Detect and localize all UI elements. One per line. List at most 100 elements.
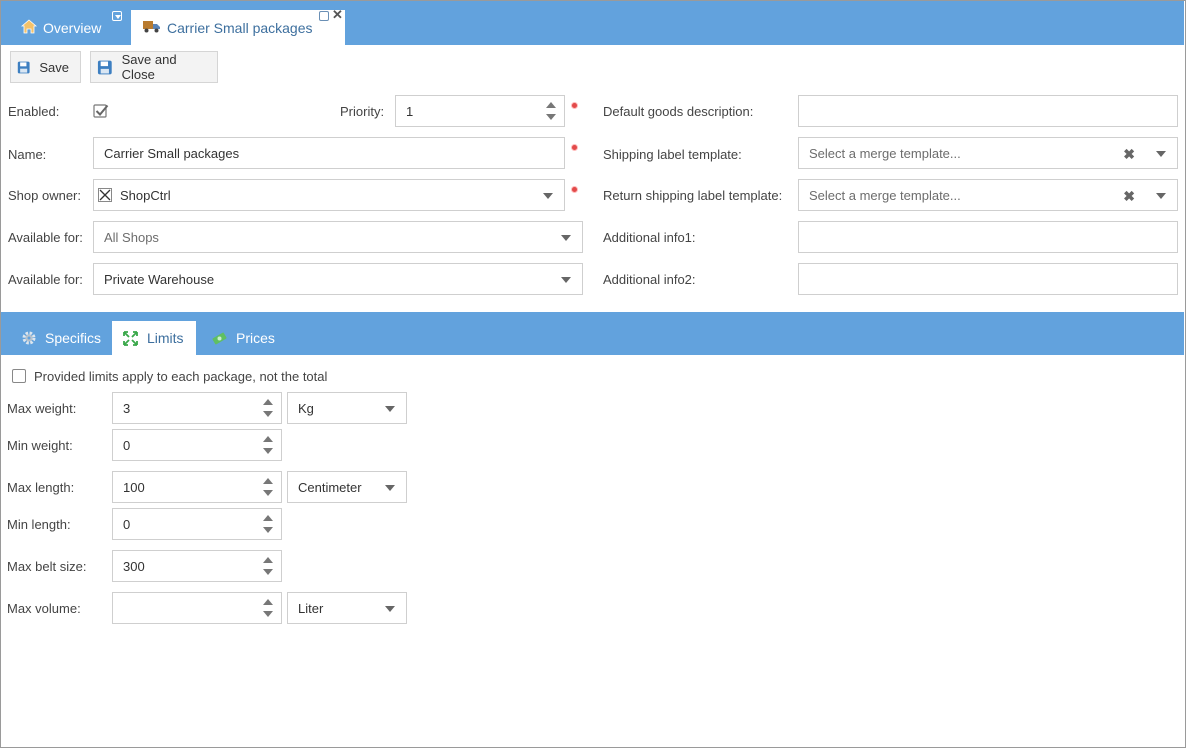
required-indicator-icon xyxy=(571,186,578,193)
additional-info1-input[interactable] xyxy=(798,221,1178,253)
overview-tab-menu-icon[interactable] xyxy=(112,11,122,21)
min-length-value: 0 xyxy=(123,516,131,532)
min-weight-value: 0 xyxy=(123,437,131,453)
default-goods-label: Default goods description: xyxy=(603,104,754,119)
spinner-arrows-icon[interactable] xyxy=(263,399,273,419)
additional-info1-label: Additional info1: xyxy=(603,230,696,245)
max-volume-stepper[interactable] xyxy=(112,592,282,624)
max-weight-label: Max weight: xyxy=(7,401,77,416)
home-icon xyxy=(20,18,38,37)
weight-unit-select[interactable]: Kg xyxy=(287,392,407,424)
tab-carrier-small-packages[interactable]: Carrier Small packages xyxy=(131,10,345,45)
clear-icon[interactable]: ✖ xyxy=(1123,188,1135,205)
volume-unit-value: Liter xyxy=(298,600,324,616)
name-value: Carrier Small packages xyxy=(104,145,240,161)
tab-limits[interactable]: Limits xyxy=(112,321,196,355)
return-label-template-label: Return shipping label template: xyxy=(603,188,783,203)
tab-specifics[interactable]: Specifics xyxy=(11,321,113,355)
gear-icon xyxy=(22,331,36,345)
save-button[interactable]: Save xyxy=(10,51,81,83)
money-icon xyxy=(212,332,227,344)
sub-tab-bar: Specifics Limits Prices xyxy=(1,312,1184,355)
name-input[interactable]: Carrier Small packages xyxy=(93,137,565,169)
chevron-down-icon[interactable] xyxy=(385,606,395,612)
return-label-template-placeholder: Select a merge template... xyxy=(809,187,961,203)
tab-carrier-label: Carrier Small packages xyxy=(167,19,313,36)
min-length-label: Min length: xyxy=(7,517,71,532)
truck-icon xyxy=(142,19,161,36)
enabled-checkmark-icon[interactable] xyxy=(93,103,109,122)
name-label: Name: xyxy=(8,147,47,162)
additional-info2-input[interactable] xyxy=(798,263,1178,295)
save-label: Save xyxy=(39,59,69,75)
chevron-down-icon[interactable] xyxy=(1156,151,1166,157)
required-indicator-icon xyxy=(571,102,578,109)
shop-owner-remove-icon[interactable] xyxy=(98,188,112,202)
return-label-template-select[interactable]: Select a merge template... ✖ xyxy=(798,179,1178,211)
chevron-down-icon[interactable] xyxy=(561,277,571,283)
shop-owner-select[interactable]: ShopCtrl xyxy=(93,179,565,211)
tab-overview[interactable]: Overview xyxy=(20,10,102,45)
priority-value: 1 xyxy=(406,103,414,119)
default-goods-input[interactable] xyxy=(798,95,1178,127)
tab-prices[interactable]: Prices xyxy=(201,321,287,355)
min-weight-stepper[interactable]: 0 xyxy=(112,429,282,461)
enabled-label: Enabled: xyxy=(8,104,60,119)
spinner-arrows-icon[interactable] xyxy=(263,599,273,619)
priority-stepper[interactable]: 1 xyxy=(395,95,565,127)
apply-each-checkbox[interactable] xyxy=(12,369,26,383)
shop-owner-label: Shop owner: xyxy=(8,188,81,203)
chevron-down-icon[interactable] xyxy=(561,235,571,241)
top-tab-bar: Overview Carrier Small packages ✕ xyxy=(1,1,1184,45)
spinner-arrows-icon[interactable] xyxy=(263,478,273,498)
chevron-down-icon[interactable] xyxy=(385,406,395,412)
length-unit-value: Centimeter xyxy=(298,479,362,495)
carrier-tab-menu-icon[interactable] xyxy=(319,11,329,21)
available-for-shops-select[interactable]: All Shops xyxy=(93,221,583,253)
clear-icon[interactable]: ✖ xyxy=(1123,146,1135,163)
spinner-arrows-icon[interactable] xyxy=(263,557,273,577)
additional-info2-label: Additional info2: xyxy=(603,272,696,287)
length-unit-select[interactable]: Centimeter xyxy=(287,471,407,503)
available-for-label: Available for: xyxy=(8,272,83,287)
apply-each-label: Provided limits apply to each package, n… xyxy=(34,369,328,384)
tab-prices-label: Prices xyxy=(236,330,275,346)
available-for-label: Available for: xyxy=(8,230,83,245)
floppy-disk-icon xyxy=(17,61,30,73)
max-volume-label: Max volume: xyxy=(7,601,81,616)
floppy-disk-icon xyxy=(97,60,112,74)
max-weight-stepper[interactable]: 3 xyxy=(112,392,282,424)
spinner-arrows-icon[interactable] xyxy=(263,436,273,456)
shipping-label-template-placeholder: Select a merge template... xyxy=(809,145,961,161)
max-belt-size-label: Max belt size: xyxy=(7,559,87,574)
available-for-warehouse-value: Private Warehouse xyxy=(104,271,215,287)
max-length-stepper[interactable]: 100 xyxy=(112,471,282,503)
chevron-down-icon[interactable] xyxy=(543,193,553,199)
min-weight-label: Min weight: xyxy=(7,438,73,453)
tab-overview-label: Overview xyxy=(43,19,102,36)
chevron-down-icon[interactable] xyxy=(385,485,395,491)
tab-limits-label: Limits xyxy=(147,330,184,346)
min-length-stepper[interactable]: 0 xyxy=(112,508,282,540)
max-length-value: 100 xyxy=(123,479,145,495)
max-length-label: Max length: xyxy=(7,480,75,495)
priority-label: Priority: xyxy=(340,104,385,119)
shipping-label-template-label: Shipping label template: xyxy=(603,147,742,162)
volume-unit-select[interactable]: Liter xyxy=(287,592,407,624)
shop-owner-value: ShopCtrl xyxy=(120,187,171,203)
max-belt-size-value: 300 xyxy=(123,558,145,574)
save-and-close-button[interactable]: Save and Close xyxy=(90,51,218,83)
required-indicator-icon xyxy=(571,144,578,151)
available-for-shops-value: All Shops xyxy=(104,229,159,245)
save-and-close-label: Save and Close xyxy=(121,52,177,82)
available-for-warehouse-select[interactable]: Private Warehouse xyxy=(93,263,583,295)
shipping-label-template-select[interactable]: Select a merge template... ✖ xyxy=(798,137,1178,169)
spinner-arrows-icon[interactable] xyxy=(546,102,556,122)
spinner-arrows-icon[interactable] xyxy=(263,515,273,535)
expand-arrows-icon xyxy=(123,330,138,346)
chevron-down-icon[interactable] xyxy=(1156,193,1166,199)
weight-unit-value: Kg xyxy=(298,400,314,416)
tab-specifics-label: Specifics xyxy=(45,330,102,346)
max-belt-size-stepper[interactable]: 300 xyxy=(112,550,282,582)
close-icon[interactable]: ✕ xyxy=(332,7,343,23)
